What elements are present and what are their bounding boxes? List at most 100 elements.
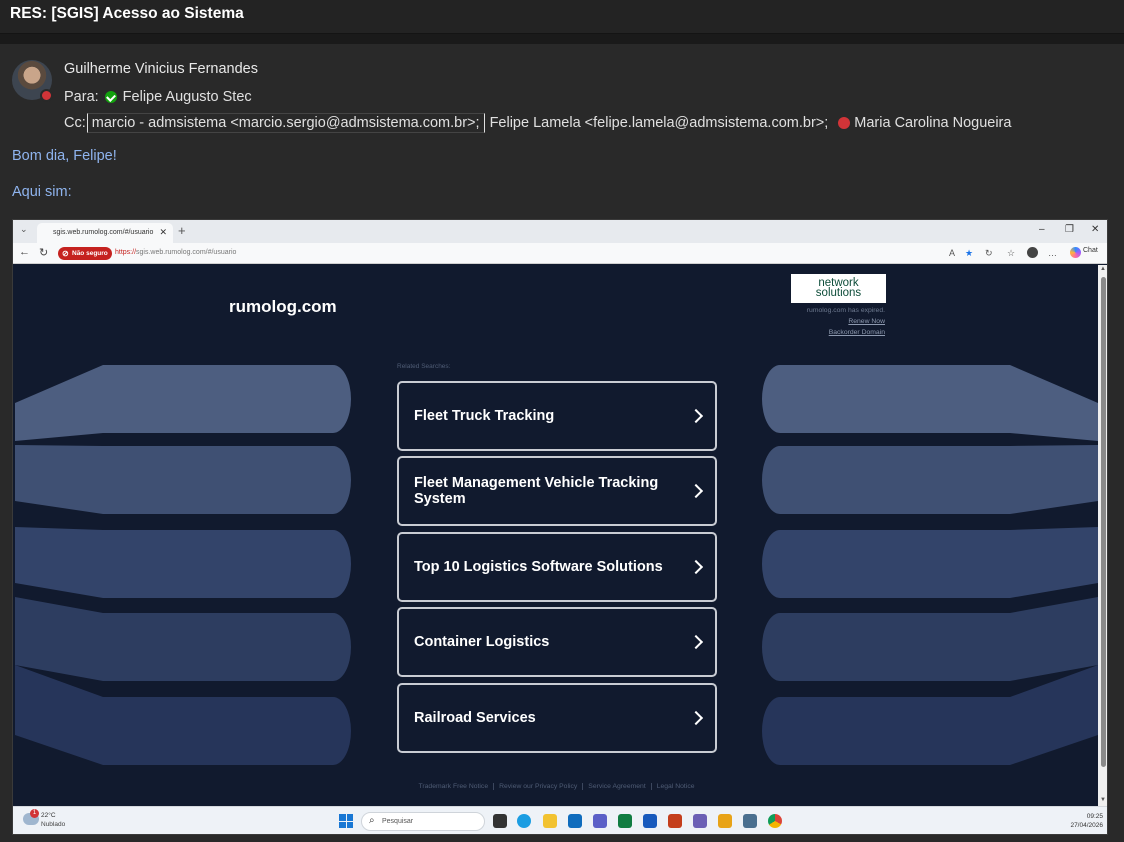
back-icon[interactable]: ← [19,246,30,258]
edge-browser-icon[interactable] [517,814,531,828]
network-solutions-logo[interactable]: network solutions [791,274,886,303]
sender-name[interactable]: Guilherme Vinicius Fernandes [64,61,258,77]
subject-bar: RES: [SGIS] Acesso ao Sistema [0,0,1124,34]
chevron-right-icon [688,710,704,726]
close-icon[interactable]: ✕ [1091,224,1099,235]
expired-notice: rumolog.com has expired. [806,307,885,314]
search-link-fleet-management[interactable]: Fleet Management Vehicle Tracking System [397,456,717,526]
address-bar: ← ↻ Não seguro https://sgis.web.rumolog.… [13,243,1107,264]
search-link-container-logistics[interactable]: Container Logistics [397,607,717,677]
footer-link[interactable]: Review our Privacy Policy [494,783,584,790]
scrollbar[interactable]: ▲ ▼ [1098,265,1107,806]
cc-recipient-lamela[interactable]: Felipe Lamela <felipe.lamela@admsistema.… [490,115,829,131]
search-link-railroad-services[interactable]: Railroad Services [397,683,717,753]
deco-shape [15,445,351,514]
weather-condition[interactable]: Nublado [41,821,65,828]
chat-button[interactable]: Chat [1070,247,1098,258]
teams-icon[interactable] [593,814,607,828]
available-status-icon [104,91,117,103]
search-link-logistics-software[interactable]: Top 10 Logistics Software Solutions [397,532,717,602]
deco-shape [762,527,1098,598]
excel-icon[interactable] [618,814,632,828]
search-link-fleet-truck-tracking[interactable]: Fleet Truck Tracking [397,381,717,451]
chevron-right-icon [688,634,704,650]
refresh-icon[interactable]: ↻ [39,246,48,259]
search-link-label: Fleet Management Vehicle Tracking System [414,475,659,507]
favorites-icon[interactable]: ☆ [1007,248,1015,259]
email-subject: RES: [SGIS] Acesso ao Sistema [10,5,244,22]
embedded-screenshot[interactable]: ⌄ sgis.web.rumolog.com/#/usuario ✕ + – ❐… [12,219,1108,835]
taskbar-search[interactable]: Pesquisar [361,812,485,831]
deco-shape [15,597,351,681]
browser-tab-bar: ⌄ sgis.web.rumolog.com/#/usuario ✕ + – ❐… [13,220,1107,243]
related-searches-label: Related Searches: [397,363,451,370]
close-icon[interactable]: ✕ [159,227,167,238]
task-view-icon[interactable] [493,814,507,828]
weather-alert-badge: 1 [30,809,39,818]
renew-now-link[interactable]: Renew Now [745,318,885,325]
not-secure-badge[interactable]: Não seguro [58,247,112,260]
domain-brand: rumolog.com [229,297,337,316]
body-line: Aqui sim: [12,184,72,200]
footer-link[interactable]: Legal Notice [652,783,700,790]
cc-recipient-marcio[interactable]: marcio - admsistema <marcio.sergio@admsi… [86,113,485,133]
cc-label: Cc: [64,115,86,131]
url-protocol: https:// [115,249,137,256]
search-link-label: Top 10 Logistics Software Solutions [414,559,663,575]
app-icon[interactable] [718,814,732,828]
chrome-icon[interactable] [768,814,782,828]
app-icon[interactable] [693,814,707,828]
powerpoint-icon[interactable] [668,814,682,828]
star-icon[interactable]: ★ [965,248,973,259]
deco-shape [15,365,351,441]
deco-shape [762,445,1098,514]
scroll-thumb[interactable] [1101,277,1106,767]
scroll-up-icon[interactable]: ▲ [1100,266,1106,272]
read-aloud-icon[interactable]: A [949,248,955,258]
parked-domain-page: rumolog.com network solutions rumolog.co… [15,265,1098,806]
clock-time: 09:25 [1086,813,1103,820]
footer-link[interactable]: Trademark Free Notice [413,783,495,790]
deco-shape [762,365,1098,441]
logo-line2: solutions [815,287,862,299]
chevron-right-icon [688,483,704,499]
search-link-label: Fleet Truck Tracking [414,408,555,424]
browser-tab[interactable]: sgis.web.rumolog.com/#/usuario ✕ [37,223,173,243]
search-link-label: Container Logistics [414,634,550,650]
windows-taskbar: 1 22°C Nublado Pesquisar 09:25 27/04/202… [13,806,1107,834]
weather-temperature[interactable]: 22°C [41,812,56,819]
deco-shape [762,597,1098,681]
profile-icon[interactable] [1027,247,1038,258]
footer-link[interactable]: Service Agreement [583,783,652,790]
footer-links: Trademark Free Notice Review our Privacy … [15,783,1098,790]
tab-title: sgis.web.rumolog.com/#/usuario [53,229,154,236]
scroll-down-icon[interactable]: ▼ [1100,797,1106,803]
cc-recipient-maria[interactable]: Maria Carolina Nogueira [854,115,1011,131]
body-greeting: Bom dia, Felipe! [12,148,117,164]
to-label: Para: [64,89,99,105]
minimize-icon[interactable]: – [1039,224,1045,235]
chevron-right-icon [688,559,704,575]
busy-status-icon [40,89,53,102]
outlook-icon[interactable] [568,814,582,828]
refresh-icon[interactable]: ↻ [985,248,993,259]
system-clock[interactable]: 09:25 27/04/2026 [1033,812,1103,830]
backorder-domain-link[interactable]: Backorder Domain [745,329,885,336]
windows-start-icon[interactable] [339,814,353,828]
search-link-label: Railroad Services [414,710,536,726]
cc-row: Cc: marcio - admsistema <marcio.sergio@a… [64,113,1011,133]
chevron-down-icon[interactable]: ⌄ [20,224,28,235]
to-row: Para: Felipe Augusto Stec [64,89,252,105]
restore-icon[interactable]: ❐ [1065,224,1074,235]
file-explorer-icon[interactable] [543,814,557,828]
to-recipient[interactable]: Felipe Augusto Stec [123,89,252,105]
word-icon[interactable] [643,814,657,828]
url-text: sgis.web.rumolog.com/#/usuario [136,249,237,256]
notepad-icon[interactable] [743,814,757,828]
deco-shape [15,527,351,598]
chevron-right-icon [688,408,704,424]
url-field[interactable]: https://sgis.web.rumolog.com/#/usuario [115,249,236,256]
plus-icon[interactable]: + [178,223,186,238]
more-icon[interactable]: … [1048,248,1057,258]
header-divider [0,34,1124,44]
